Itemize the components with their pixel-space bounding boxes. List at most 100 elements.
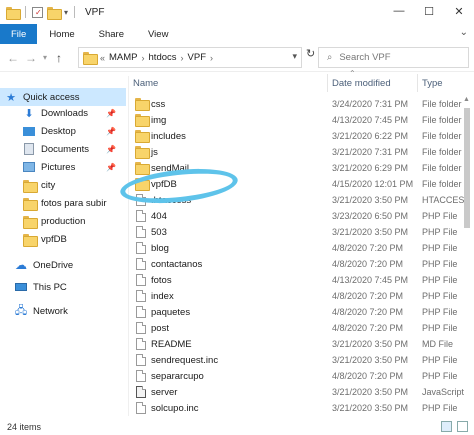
list-item[interactable]: blog 4/8/2020 7:20 PM PHP File [129,240,474,256]
forward-button[interactable]: → [22,51,40,65]
nav-vpfdb[interactable]: vpfDB [0,230,126,248]
nav-network[interactable]: 🖧 Network [0,302,126,320]
file-icon [135,402,148,414]
list-item[interactable]: sendrequest.inc 3/21/2020 3:50 PM PHP Fi… [129,352,474,368]
search-input[interactable]: ⌕ Search VPF [318,47,469,68]
tab-file[interactable]: File [0,24,38,44]
tab-share[interactable]: Share [87,24,136,44]
file-type: PHP File [422,227,458,237]
pin-icon[interactable]: 📌 [106,109,116,118]
nav-city[interactable]: city [0,176,126,194]
list-item[interactable]: 404 3/23/2020 6:50 PM PHP File [129,208,474,224]
vertical-scrollbar[interactable]: ▲ [462,96,472,412]
details-view-icon[interactable] [441,421,452,432]
nav-this-pc[interactable]: This PC [0,278,126,296]
tab-home[interactable]: Home [37,24,86,44]
back-button[interactable]: ← [4,51,22,65]
chevron-right-icon[interactable]: › [210,53,213,63]
nav-label: fotos para subir [41,197,107,209]
minimize-button[interactable]: — [384,0,414,22]
breadcrumb-htdocs[interactable]: htdocs [149,52,177,63]
list-item[interactable]: solcupo.inc 3/21/2020 3:50 PM PHP File [129,400,474,416]
file-name: includes [151,130,186,142]
column-name[interactable]: Name [129,74,328,92]
address-dropdown-icon[interactable]: ▾ [292,51,297,62]
list-item[interactable]: css 3/24/2020 7:31 PM File folder [129,96,474,112]
customize-toolbar-icon[interactable]: ▾ [64,8,68,17]
refresh-icon[interactable]: ↻ [306,47,315,60]
chevron-down-icon[interactable]: ⌄ [460,27,468,38]
pin-icon[interactable]: 📌 [106,163,116,172]
file-name: img [151,114,167,126]
file-name: sendrequest.inc [151,354,219,366]
address-bar[interactable]: « MAMP › htdocs › VPF › ▾ [78,47,302,68]
file-type: File folder [422,163,462,173]
properties-icon[interactable]: ✓ [32,6,43,18]
pin-icon[interactable]: 📌 [106,145,116,154]
folder-icon [22,215,38,229]
file-type: PHP File [422,323,458,333]
list-item[interactable]: fotos 4/13/2020 7:45 PM PHP File [129,272,474,288]
list-item[interactable]: post 4/8/2020 7:20 PM PHP File [129,320,474,336]
chevron-right-icon[interactable]: › [181,53,184,63]
list-item[interactable]: contactanos 4/8/2020 7:20 PM PHP File [129,256,474,272]
tab-view[interactable]: View [136,24,180,44]
status-bar: 24 items [0,418,474,435]
list-item[interactable]: separarcupo 4/8/2020 7:20 PM PHP File [129,368,474,384]
list-item[interactable]: img 4/13/2020 7:45 PM File folder [129,112,474,128]
nav-desktop[interactable]: Desktop 📌 [0,122,126,140]
search-placeholder: Search VPF [339,52,391,63]
list-item[interactable]: js 3/21/2020 7:31 PM File folder [129,144,474,160]
nav-onedrive[interactable]: ☁ OneDrive [0,256,126,274]
list-item[interactable]: includes 3/21/2020 6:22 PM File folder [129,128,474,144]
file-name: 503 [151,226,167,238]
list-item[interactable]: server 3/21/2020 3:50 PM JavaScript [129,384,474,400]
download-icon: ⬇ [24,107,34,120]
file-icon [135,306,148,318]
chevron-right-icon[interactable]: › [142,53,145,63]
nav-production[interactable]: production [0,212,126,230]
file-date: 3/21/2020 3:50 PM [332,403,409,413]
nav-documents[interactable]: Documents 📌 [0,140,126,158]
breadcrumb-mamp[interactable]: MAMP [109,52,138,63]
maximize-button[interactable]: ☐ [414,0,444,22]
documents-icon [22,143,36,155]
file-name: js [151,146,158,158]
file-type: MD File [422,339,453,349]
folder-icon [135,146,150,159]
scroll-thumb[interactable] [464,108,470,228]
view-switcher [441,421,468,432]
nav-label: OneDrive [33,259,74,271]
column-date-modified[interactable]: Date modified [328,74,418,92]
file-date: 3/21/2020 3:50 PM [332,387,409,397]
up-button[interactable]: ↑ [50,51,68,65]
computer-icon [14,281,28,293]
list-item[interactable]: paquetes 4/8/2020 7:20 PM PHP File [129,304,474,320]
list-item[interactable]: index 4/8/2020 7:20 PM PHP File [129,288,474,304]
pictures-icon [22,161,36,173]
large-icons-view-icon[interactable] [457,421,468,432]
nav-label: Downloads [41,107,88,119]
file-date: 3/21/2020 7:31 PM [332,147,409,157]
scroll-up-icon[interactable]: ▲ [463,96,470,103]
file-name: blog [151,242,169,254]
nav-fotos-para-subir[interactable]: fotos para subir [0,194,126,212]
nav-downloads[interactable]: ⬇ Downloads 📌 [0,104,126,122]
file-name: paquetes [151,306,191,318]
recent-locations-icon[interactable]: ▾ [40,53,50,62]
file-type: PHP File [422,291,458,301]
file-icon [135,258,148,270]
new-folder-icon[interactable] [47,6,62,20]
nav-pictures[interactable]: Pictures 📌 [0,158,126,176]
pin-icon[interactable]: 📌 [106,127,116,136]
file-icon [135,210,148,222]
column-type[interactable]: Type [418,74,474,92]
close-button[interactable]: ✕ [444,0,474,22]
breadcrumb-overflow[interactable]: « [100,53,105,63]
breadcrumb-vpf[interactable]: VPF [188,52,206,63]
folder-icon [135,130,150,143]
file-icon [135,338,148,350]
folder-icon [22,179,38,193]
list-item[interactable]: README 3/21/2020 3:50 PM MD File [129,336,474,352]
list-item[interactable]: 503 3/21/2020 3:50 PM PHP File [129,224,474,240]
